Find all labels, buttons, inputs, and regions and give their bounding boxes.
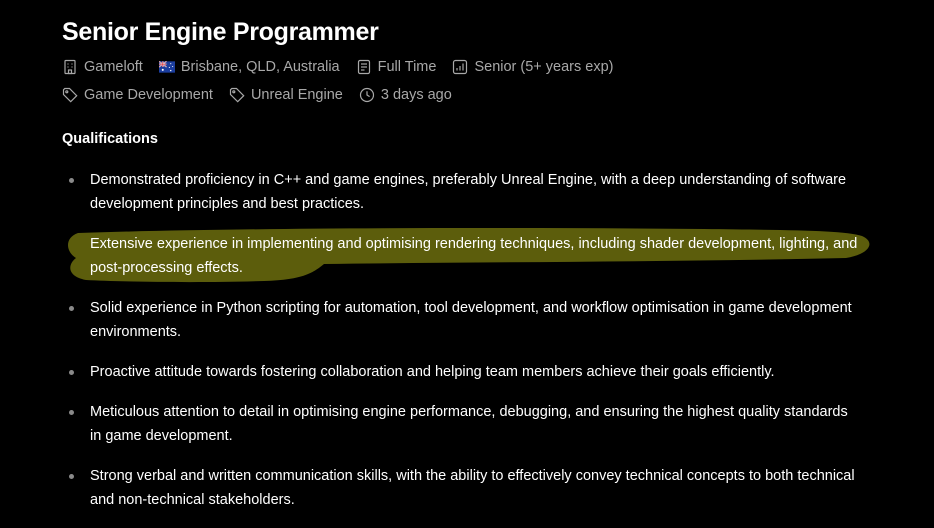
list-item-highlighted: Extensive experience in implementing and…	[62, 232, 862, 280]
tag-label: Game Development	[84, 87, 213, 103]
document-icon	[356, 59, 372, 75]
level-meta: Senior (5+ years exp)	[452, 59, 613, 75]
tag-game-development[interactable]: Game Development	[62, 87, 213, 103]
tag-icon	[229, 87, 245, 103]
company-meta: Gameloft	[62, 59, 143, 75]
location-text: Brisbane, QLD, Australia	[180, 59, 340, 75]
bullet-icon	[69, 242, 74, 247]
posted-text: 3 days ago	[380, 87, 452, 103]
bullet-icon	[69, 474, 74, 479]
level-text: Senior (5+ years exp)	[474, 59, 614, 75]
list-item: Demonstrated proficiency in C++ and game…	[62, 168, 862, 216]
bar-chart-icon	[452, 59, 468, 75]
building-icon	[62, 59, 78, 75]
list-item: Solid experience in Python scripting for…	[62, 296, 862, 344]
clock-icon	[359, 87, 375, 103]
bullet-icon	[69, 410, 74, 415]
list-item: Strong verbal and written communication …	[62, 464, 862, 512]
bullet-icon	[69, 306, 74, 311]
job-tags-row: Game Development Unreal Engine 3 days ag…	[62, 85, 468, 105]
location-meta: Brisbane, QLD, Australia	[158, 59, 340, 75]
tag-icon	[62, 87, 78, 103]
tag-label: Unreal Engine	[250, 87, 343, 103]
tag-unreal-engine[interactable]: Unreal Engine	[229, 87, 343, 103]
company-name: Gameloft	[84, 59, 143, 75]
job-meta-row: Gameloft Brisbane, QLD, Australia Full T…	[62, 57, 629, 77]
qualifications-heading: Qualifications	[62, 131, 158, 147]
employment-type-meta: Full Time	[356, 59, 437, 75]
qualifications-list: Demonstrated proficiency in C++ and game…	[62, 168, 862, 528]
job-title: Senior Engine Programmer	[62, 18, 379, 46]
employment-type-text: Full Time	[377, 59, 437, 75]
bullet-icon	[69, 178, 74, 183]
australia-flag-icon	[158, 59, 175, 75]
bullet-icon	[69, 370, 74, 375]
list-item: Proactive attitude towards fostering col…	[62, 360, 862, 384]
posted-meta: 3 days ago	[359, 87, 452, 103]
list-item: Meticulous attention to detail in optimi…	[62, 400, 862, 448]
